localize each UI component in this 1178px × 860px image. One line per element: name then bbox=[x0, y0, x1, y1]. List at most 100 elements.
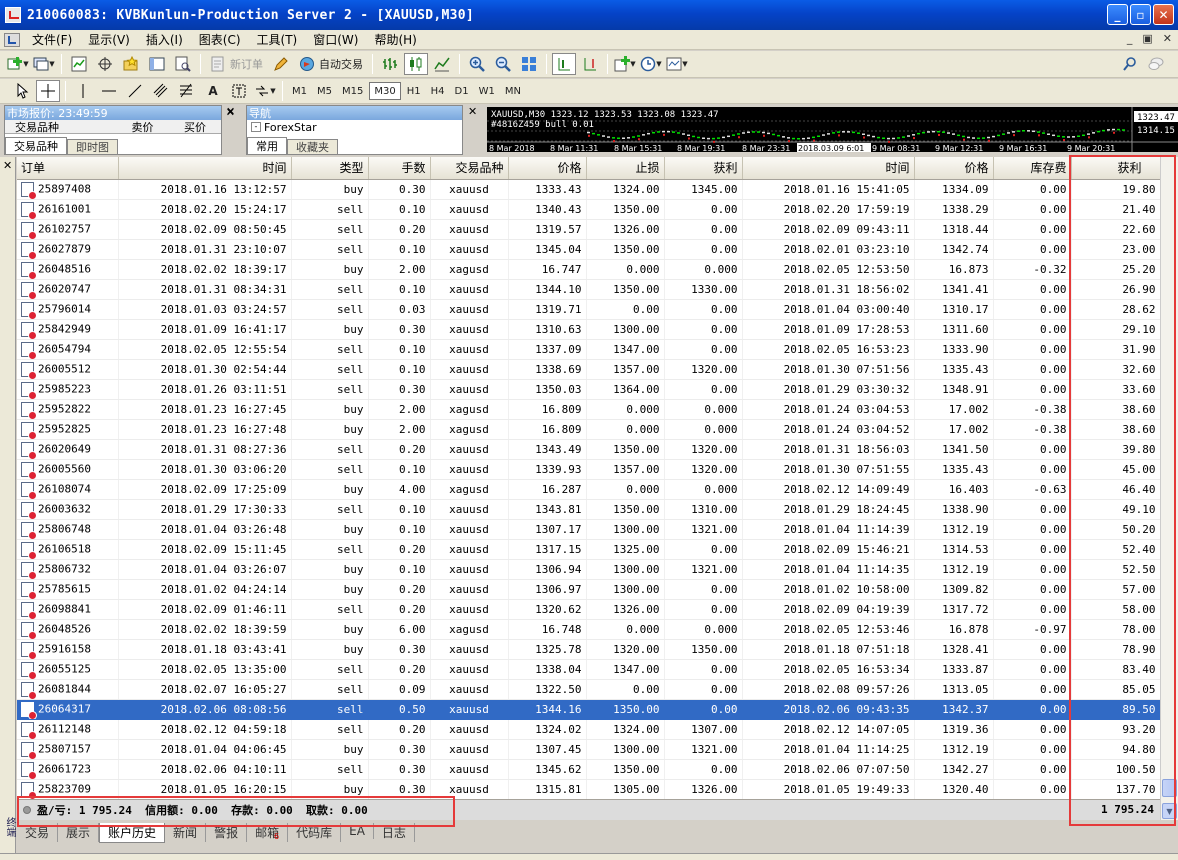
close-button[interactable]: ✕ bbox=[1153, 4, 1174, 25]
periods-button[interactable]: ▼ bbox=[639, 53, 663, 75]
text-tool[interactable]: A bbox=[201, 80, 225, 102]
table-row[interactable]: 25823709 2018.01.05 16:20:15 buy 0.30 xauusd… bbox=[17, 779, 1160, 800]
col-close-price-header[interactable]: 价格 bbox=[914, 157, 994, 180]
chat-button[interactable] bbox=[1144, 53, 1168, 75]
mdi-restore-icon[interactable]: ▣ bbox=[1142, 32, 1152, 45]
mw-col-bid[interactable]: 卖价 bbox=[115, 119, 170, 135]
indicators-button[interactable]: ▼ bbox=[613, 53, 637, 75]
meta-editor-button[interactable] bbox=[269, 53, 293, 75]
col-size-header[interactable]: 手数 bbox=[368, 157, 431, 180]
tab-account-history[interactable]: 账户历史 bbox=[99, 823, 166, 843]
vertical-line-tool[interactable] bbox=[71, 80, 95, 102]
tab-tick-chart[interactable]: 即时图 bbox=[67, 139, 118, 154]
new-chart-button[interactable]: ▼ bbox=[6, 53, 30, 75]
timeframe-h4[interactable]: H4 bbox=[427, 82, 449, 100]
timeframe-d1[interactable]: D1 bbox=[451, 82, 473, 100]
mw-col-ask[interactable]: 买价 bbox=[170, 119, 220, 135]
scrollbar-thumb[interactable] bbox=[1162, 779, 1177, 797]
col-close-time-header[interactable]: 时间 bbox=[742, 157, 915, 180]
table-row[interactable]: 26108074 2018.02.09 17:25:09 buy 4.00 xagusd… bbox=[17, 479, 1160, 500]
col-open-time-header[interactable]: 时间 bbox=[118, 157, 292, 180]
terminal-close-icon[interactable]: ✕ bbox=[3, 159, 12, 172]
price-chart[interactable]: XAUUSD,M30 1323.12 1323.53 1323.08 1323.… bbox=[487, 107, 1178, 152]
timeframe-m5[interactable]: M5 bbox=[313, 82, 336, 100]
table-row[interactable]: 26020747 2018.01.31 08:34:31 sell 0.10 xauus… bbox=[17, 279, 1160, 300]
table-row[interactable]: 26106518 2018.02.09 15:11:45 sell 0.20 xauus… bbox=[17, 539, 1160, 560]
table-row[interactable]: 26161001 2018.02.20 15:24:17 sell 0.10 xauus… bbox=[17, 199, 1160, 220]
table-row[interactable]: 25985223 2018.01.26 03:11:51 sell 0.30 xauus… bbox=[17, 379, 1160, 400]
table-row[interactable]: 25806732 2018.01.04 03:26:07 buy 0.10 xauusd… bbox=[17, 559, 1160, 580]
tab-mailbox[interactable]: 邮箱 6 bbox=[247, 823, 289, 842]
table-row[interactable]: 26061723 2018.02.06 04:10:11 sell 0.30 xauus… bbox=[17, 759, 1160, 780]
col-type-header[interactable]: 类型 bbox=[291, 157, 369, 180]
timeframe-w1[interactable]: W1 bbox=[475, 82, 499, 100]
table-row[interactable]: 26102757 2018.02.09 08:50:45 sell 0.20 xauus… bbox=[17, 219, 1160, 240]
col-stop-loss-header[interactable]: 止损 bbox=[586, 157, 665, 180]
tree-expand-icon[interactable]: - bbox=[251, 122, 261, 132]
horizontal-line-tool[interactable] bbox=[97, 80, 121, 102]
mw-panel-close-icon[interactable]: ✕ bbox=[226, 105, 240, 119]
strategy-tester-toggle[interactable] bbox=[171, 53, 195, 75]
zoom-in-button[interactable] bbox=[465, 53, 489, 75]
minimize-button[interactable]: _ bbox=[1107, 4, 1128, 25]
restore-button[interactable]: ▫ bbox=[1130, 4, 1151, 25]
col-open-price-header[interactable]: 价格 bbox=[508, 157, 587, 180]
templates-button[interactable]: ▼ bbox=[665, 53, 689, 75]
table-row[interactable]: 25916158 2018.01.18 03:43:41 buy 0.30 xauusd… bbox=[17, 639, 1160, 660]
timeframe-m30[interactable]: M30 bbox=[369, 82, 401, 100]
navigator-item[interactable]: ForexStar bbox=[264, 121, 317, 134]
col-symbol-header[interactable]: 交易品种 bbox=[430, 157, 509, 180]
crosshair-tool[interactable] bbox=[36, 80, 60, 102]
timeframe-h1[interactable]: H1 bbox=[403, 82, 425, 100]
menu-file[interactable]: 文件(F) bbox=[24, 31, 80, 48]
auto-trading-button[interactable]: 自动交易 bbox=[295, 53, 367, 75]
line-chart-button[interactable] bbox=[430, 53, 454, 75]
menu-view[interactable]: 显示(V) bbox=[80, 31, 138, 48]
new-order-button[interactable]: 新订单 bbox=[206, 53, 267, 75]
tab-common[interactable]: 常用 bbox=[247, 137, 287, 154]
table-row[interactable]: 25807157 2018.01.04 04:06:45 buy 0.30 xauusd… bbox=[17, 739, 1160, 760]
tab-code-base[interactable]: 代码库 bbox=[288, 823, 342, 842]
tab-experts[interactable]: EA bbox=[341, 823, 374, 839]
table-row[interactable]: 25785615 2018.01.02 04:24:14 buy 0.20 xauusd… bbox=[17, 579, 1160, 600]
tab-alerts[interactable]: 警报 bbox=[206, 823, 248, 842]
table-row[interactable]: 26064317 2018.02.06 08:08:56 sell 0.50 xauus… bbox=[17, 699, 1160, 720]
table-row[interactable]: 26005560 2018.01.30 03:06:20 sell 0.10 xauus… bbox=[17, 459, 1160, 480]
mdi-minimize-icon[interactable]: _ bbox=[1127, 32, 1133, 45]
equidistant-channel-tool[interactable] bbox=[149, 80, 173, 102]
terminal-toggle[interactable] bbox=[145, 53, 169, 75]
table-row[interactable]: 26003632 2018.01.29 17:30:33 sell 0.10 xauus… bbox=[17, 499, 1160, 520]
col-swap-header[interactable]: 库存费 bbox=[993, 157, 1072, 180]
fibonacci-tool[interactable] bbox=[175, 80, 199, 102]
table-row[interactable]: 26098841 2018.02.09 01:46:11 sell 0.20 xauus… bbox=[17, 599, 1160, 620]
profiles-button[interactable]: ▼ bbox=[32, 53, 56, 75]
tile-windows-button[interactable] bbox=[517, 53, 541, 75]
tab-news[interactable]: 新闻 bbox=[165, 823, 207, 842]
table-row[interactable]: 25842949 2018.01.09 16:41:17 buy 0.30 xauusd… bbox=[17, 319, 1160, 340]
search-button[interactable] bbox=[1118, 53, 1142, 75]
menu-charts[interactable]: 图表(C) bbox=[191, 31, 249, 48]
trendline-tool[interactable] bbox=[123, 80, 147, 102]
arrows-tool[interactable]: ▼ bbox=[253, 80, 277, 102]
table-row[interactable]: 26112148 2018.02.12 04:59:18 sell 0.20 xauus… bbox=[17, 719, 1160, 740]
autoscroll-button[interactable] bbox=[552, 53, 576, 75]
menu-tools[interactable]: 工具(T) bbox=[249, 31, 306, 48]
timeframe-m1[interactable]: M1 bbox=[288, 82, 311, 100]
table-row[interactable]: 25806748 2018.01.04 03:26:48 buy 0.10 xauusd… bbox=[17, 519, 1160, 540]
mw-col-symbol[interactable]: 交易品种 bbox=[5, 119, 115, 135]
table-row[interactable]: 26055125 2018.02.05 13:35:00 sell 0.20 xauus… bbox=[17, 659, 1160, 680]
timeframe-m15[interactable]: M15 bbox=[338, 82, 367, 100]
menu-insert[interactable]: 插入(I) bbox=[138, 31, 191, 48]
bar-chart-button[interactable] bbox=[378, 53, 402, 75]
timeframe-mn[interactable]: MN bbox=[501, 82, 525, 100]
scroll-down-icon[interactable]: ▼ bbox=[1162, 803, 1177, 819]
chart-shift-button[interactable] bbox=[578, 53, 602, 75]
table-row[interactable]: 25796014 2018.01.03 03:24:57 sell 0.03 xauus… bbox=[17, 299, 1160, 320]
menu-window[interactable]: 窗口(W) bbox=[305, 31, 366, 48]
tab-exposure[interactable]: 展示 bbox=[58, 823, 100, 842]
table-row[interactable]: 26048516 2018.02.02 18:39:17 buy 2.00 xagusd… bbox=[17, 259, 1160, 280]
table-row[interactable]: 26054794 2018.02.05 12:55:54 sell 0.10 xauus… bbox=[17, 339, 1160, 360]
tab-trade[interactable]: 交易 bbox=[17, 823, 59, 842]
menu-help[interactable]: 帮助(H) bbox=[366, 31, 424, 48]
market-watch-toggle[interactable] bbox=[67, 53, 91, 75]
